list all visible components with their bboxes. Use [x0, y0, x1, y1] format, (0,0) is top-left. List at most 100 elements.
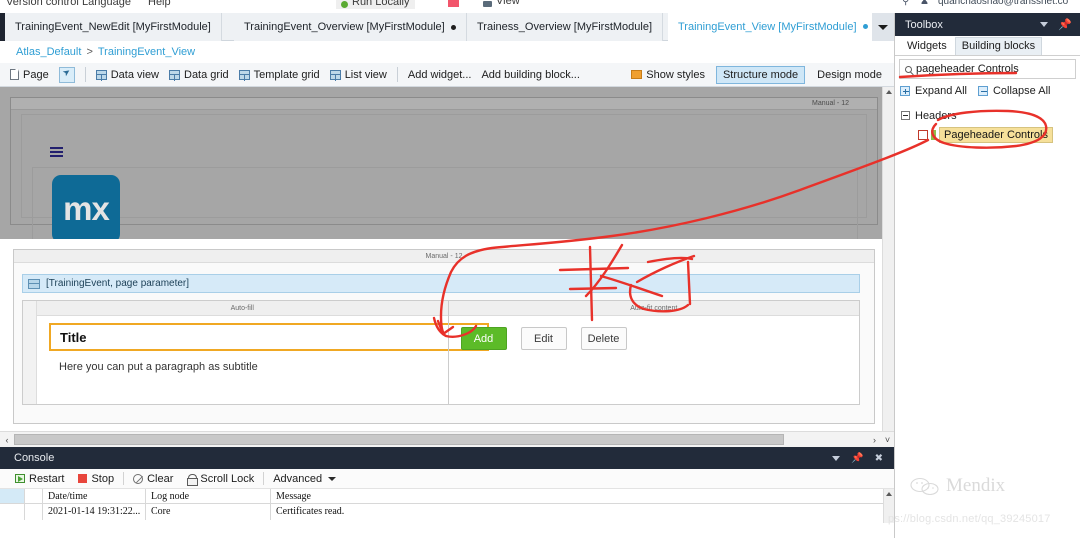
toolbar-page-label: Page [23, 69, 49, 81]
structure-mode-button[interactable]: Structure mode [716, 66, 805, 84]
menu-item-version-control[interactable]: Version control [6, 0, 79, 8]
table-row[interactable]: 2021-01-14 19:31:22... Core Certificates… [0, 504, 894, 520]
chevron-down-icon[interactable] [832, 456, 840, 461]
canvas-horizontal-scrollbar[interactable]: ‹ › ˅ [0, 431, 894, 447]
toolbox-tree: Headers Pageheader Controls [895, 100, 1080, 143]
data-view-caption: [TrainingEvent, page parameter] [46, 278, 189, 289]
hamburger-menu-icon[interactable] [50, 147, 63, 158]
stop-icon [78, 474, 87, 483]
page-header-inner-container[interactable]: mx [21, 114, 867, 218]
toolbar-list-view-button[interactable]: List view [325, 68, 392, 82]
page-editor-canvas[interactable]: Manual - 12 mx Manual - 12 [TrainingEven… [0, 87, 894, 447]
console-toolbar-divider [123, 472, 124, 485]
toolbar-list-view-label: List view [345, 69, 387, 81]
title-text-widget[interactable]: Title [49, 323, 489, 351]
data-view-icon [28, 279, 40, 289]
scroll-down-icon[interactable]: ˅ [881, 435, 894, 445]
console-advanced-label: Advanced [273, 473, 322, 485]
page-content-region[interactable]: Manual - 12 [TrainingEvent, page paramet… [0, 239, 894, 431]
scrollbar-thumb[interactable] [14, 434, 784, 445]
edit-button[interactable]: Edit [521, 327, 567, 350]
collapse-toggle-icon[interactable] [901, 111, 910, 120]
row-gutter [23, 301, 37, 404]
chevron-up-icon[interactable] [886, 90, 892, 94]
tab-trainess-overview[interactable]: Trainess_Overview [MyFirstModule] [467, 13, 663, 41]
run-locally-button[interactable]: Run Locally [336, 0, 415, 9]
chevron-down-icon[interactable] [1040, 22, 1048, 27]
canvas-vertical-scrollbar[interactable] [882, 87, 894, 431]
log-row-select[interactable] [0, 504, 25, 520]
user-icon[interactable]: ♟ [920, 0, 929, 7]
pin-icon[interactable]: 📌 [1058, 18, 1072, 31]
column-left[interactable]: Auto-fill Title Here you can put a parag… [37, 301, 448, 404]
console-scroll-lock-button[interactable]: Scroll Lock [180, 473, 261, 485]
scroll-left-icon[interactable]: ‹ [0, 435, 14, 445]
console-stop-label: Stop [91, 473, 114, 485]
view-app-button[interactable]: View [482, 0, 520, 7]
minus-icon[interactable] [978, 86, 988, 96]
add-widget-button[interactable]: Add widget... [403, 68, 477, 82]
console-stop-button[interactable]: Stop [71, 473, 121, 485]
tab-building-blocks[interactable]: Building blocks [955, 37, 1042, 55]
scroll-right-icon[interactable]: › [868, 435, 881, 445]
log-row-icon [25, 504, 43, 520]
play-icon [15, 474, 25, 483]
column-right[interactable]: Auto-fit content Add Edit Delete [448, 301, 860, 404]
toolbox-expand-collapse-row: Expand All Collapse All [895, 82, 1080, 100]
list-view-icon [330, 70, 341, 80]
csdn-url-watermark: ps://blog.csdn.net/qq_39245017 [888, 513, 1051, 525]
toolbar-data-view-button[interactable]: Data view [91, 68, 164, 82]
delete-button[interactable]: Delete [581, 327, 627, 350]
search-icon [905, 66, 912, 73]
stop-button[interactable] [448, 0, 459, 7]
chevron-up-icon[interactable] [886, 492, 892, 496]
log-col-icon [25, 489, 43, 503]
tab-label: TrainingEvent_View [MyFirstModule] [678, 21, 857, 33]
menu-item-language[interactable]: Language [82, 0, 131, 8]
add-building-block-button[interactable]: Add building block... [476, 68, 584, 82]
expand-all-button[interactable]: Expand All [915, 85, 967, 97]
design-mode-button[interactable]: Design mode [811, 67, 888, 83]
subtitle-paragraph[interactable]: Here you can put a paragraph as subtitle [59, 361, 258, 373]
toolbox-tabs: Widgets Building blocks [895, 36, 1080, 56]
page-header-region[interactable]: Manual - 12 mx [10, 97, 878, 225]
console-panel: Console 📌 ✖ Restart Stop Clear [0, 447, 894, 538]
chevron-down-icon [878, 25, 888, 30]
tab-trainingevent-newedit[interactable]: TrainingEvent_NewEdit [MyFirstModule] [5, 13, 222, 41]
show-styles-button[interactable]: Show styles [626, 68, 710, 82]
toolbar-template-grid-button[interactable]: Template grid [234, 68, 325, 82]
breadcrumb-current[interactable]: TrainingEvent_View [98, 46, 195, 58]
plus-icon[interactable] [900, 86, 910, 96]
tree-item-pageheader-controls[interactable]: Pageheader Controls [895, 126, 1080, 143]
search-icon[interactable]: ⚲ [902, 0, 909, 7]
console-clear-button[interactable]: Clear [126, 473, 180, 485]
data-view-header[interactable]: [TrainingEvent, page parameter] [22, 274, 860, 293]
content-region-label: Manual - 12 [14, 250, 874, 263]
tab-trainingevent-view[interactable]: TrainingEvent_View [MyFirstModule] × [668, 13, 893, 41]
log-col-datetime[interactable]: Date/time [43, 489, 146, 503]
editor-toolbar: Page Data view Data grid Template grid L… [0, 63, 894, 87]
console-advanced-button[interactable]: Advanced [266, 473, 343, 485]
log-col-lognode[interactable]: Log node [146, 489, 271, 503]
tab-overflow-menu-button[interactable] [872, 13, 894, 41]
tree-group-headers[interactable]: Headers [895, 107, 1080, 124]
console-restart-button[interactable]: Restart [8, 473, 71, 485]
clear-icon [133, 474, 143, 484]
toolbar-data-grid-button[interactable]: Data grid [164, 68, 234, 82]
menu-item-help[interactable]: Help [148, 0, 171, 8]
collapse-all-button[interactable]: Collapse All [993, 85, 1050, 97]
add-button[interactable]: Add [461, 327, 507, 350]
mendix-studio-pro-window: Version control Language Help Run Locall… [0, 0, 1080, 538]
toolbox-search-input[interactable]: pageheader Controls [899, 59, 1076, 79]
log-col-message[interactable]: Message [271, 489, 894, 503]
console-restart-label: Restart [29, 473, 64, 485]
close-icon[interactable]: ✖ [875, 453, 883, 464]
tab-widgets[interactable]: Widgets [901, 38, 953, 55]
breadcrumb-root[interactable]: Atlas_Default [16, 46, 81, 58]
tab-trainingevent-overview[interactable]: TrainingEvent_Overview [MyFirstModule] [234, 13, 467, 41]
toolbar-pointer-tool[interactable] [54, 66, 80, 84]
logo-container[interactable]: mx [32, 167, 858, 247]
add-building-block-label: Add building block... [481, 69, 579, 81]
toolbar-page-button[interactable]: Page [5, 68, 54, 82]
pin-icon[interactable]: 📌 [851, 453, 863, 464]
